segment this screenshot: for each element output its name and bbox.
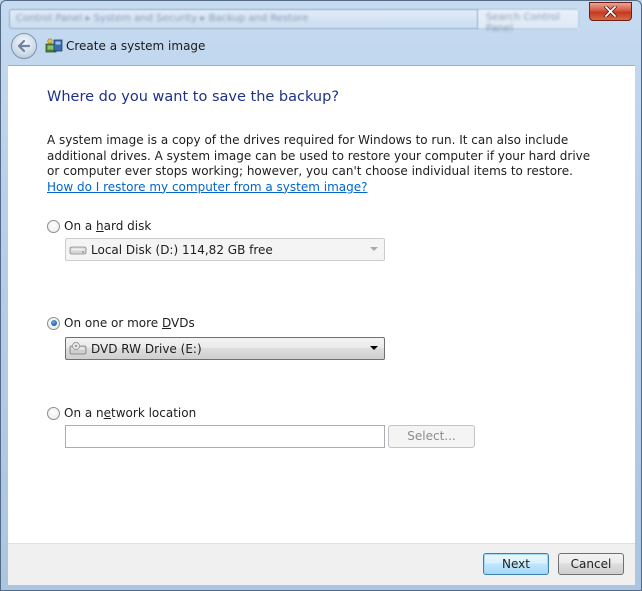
dvd-drive-icon xyxy=(69,341,87,354)
network-option[interactable]: On a network location xyxy=(47,406,196,420)
hard-disk-option[interactable]: On a hard disk xyxy=(47,219,151,233)
select-network-button[interactable]: Select... xyxy=(388,425,475,448)
title-bar: Control Panel ▸ System and Security ▸ Ba… xyxy=(1,1,641,34)
backup-icon xyxy=(45,38,63,53)
dvd-radio[interactable] xyxy=(47,316,60,330)
dvd-dropdown-value: DVD RW Drive (E:) xyxy=(91,341,202,356)
wizard-footer: Next Cancel xyxy=(8,543,635,585)
description: A system image is a copy of the drives r… xyxy=(47,133,602,195)
wizard-content: Where do you want to save the backup? A … xyxy=(8,65,635,543)
network-location-input[interactable] xyxy=(65,425,385,448)
close-icon xyxy=(604,6,617,17)
hard-disk-label: On a hard disk xyxy=(64,219,152,233)
hard-disk-dropdown[interactable]: Local Disk (D:) 114,82 GB free xyxy=(65,238,385,261)
hard-drive-icon xyxy=(69,246,87,254)
close-button[interactable] xyxy=(589,2,632,21)
hard-disk-dropdown-value: Local Disk (D:) 114,82 GB free xyxy=(91,242,273,257)
hard-disk-radio[interactable] xyxy=(47,219,60,233)
chevron-down-icon xyxy=(370,346,378,350)
page-heading: Where do you want to save the backup? xyxy=(47,89,340,105)
window-frame: Control Panel ▸ System and Security ▸ Ba… xyxy=(0,0,642,591)
dvd-option[interactable]: On one or more DVDs xyxy=(47,316,195,330)
network-radio[interactable] xyxy=(47,406,60,420)
search-box: Search Control Panel xyxy=(477,9,579,34)
restore-help-link[interactable]: How do I restore my computer from a syst… xyxy=(47,180,367,194)
window-title: Create a system image xyxy=(66,39,206,53)
back-button[interactable] xyxy=(11,33,37,59)
next-button[interactable]: Next xyxy=(483,553,549,575)
navigation-band: Create a system image xyxy=(8,31,635,64)
cancel-button[interactable]: Cancel xyxy=(558,553,624,575)
network-label: On a network location xyxy=(64,406,197,420)
dvd-dropdown[interactable]: DVD RW Drive (E:) xyxy=(65,337,385,360)
chevron-down-icon xyxy=(370,247,378,251)
back-arrow-icon xyxy=(17,39,31,53)
address-bar-text: Control Panel ▸ System and Security ▸ Ba… xyxy=(16,13,309,24)
dvd-label: On one or more DVDs xyxy=(64,316,195,330)
description-text: A system image is a copy of the drives r… xyxy=(47,133,591,178)
